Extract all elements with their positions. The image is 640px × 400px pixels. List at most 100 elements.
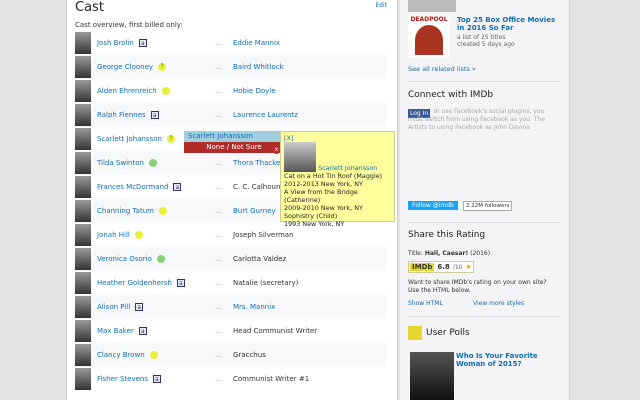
badge-icon[interactable] (148, 159, 157, 167)
tooltip-line: 2012-2013 New York, NY (284, 180, 363, 188)
deadpool-poster[interactable]: DEADPOOL (408, 16, 450, 58)
badge-icon[interactable]: a (138, 39, 147, 47)
character-name: Natalie (secretary) (233, 279, 299, 287)
character-name[interactable]: Eddie Mannix (233, 39, 280, 47)
separator: ... (215, 63, 222, 71)
actor-photo[interactable] (75, 56, 91, 78)
character-name: Gracchus (233, 351, 266, 359)
actor-link[interactable]: Tilda Swinton (97, 159, 144, 167)
actor-photo[interactable] (75, 104, 91, 126)
edit-link[interactable]: Edit (375, 2, 387, 9)
actor-link[interactable]: Jonah Hill (97, 231, 130, 239)
character-name[interactable]: Hobie Doyle (233, 87, 276, 95)
actor-photo (284, 142, 316, 172)
twitter-follow-button[interactable]: Follow @imdb (408, 201, 458, 210)
actor-photo[interactable] (75, 344, 91, 366)
character-name: Communist Writer #1 (233, 375, 310, 383)
character-name[interactable]: Thora Thacker (233, 159, 283, 167)
list-meta: a list of 25 titles (457, 34, 506, 41)
star-icon: ★ (465, 263, 472, 271)
imdb-logo: IMDb (410, 263, 435, 271)
actor-photo[interactable] (75, 152, 91, 174)
connect-text: In use Facebook's social plugins, you mu… (408, 108, 545, 131)
cast-row: Fisher Stevens a ... Communist Writer #1 (75, 367, 387, 391)
actor-photo[interactable] (75, 200, 91, 222)
badge-icon[interactable]: a (152, 375, 161, 383)
separator: ... (215, 351, 222, 359)
separator: ... (215, 279, 222, 287)
actor-link[interactable]: Alison Pill (97, 303, 130, 311)
character-name[interactable]: Baird Whitlock (233, 63, 284, 71)
cast-row: Alden Ehrenreich ... Hobie Doyle (75, 79, 387, 103)
see-all-lists-link[interactable]: See all related lists » (408, 65, 476, 73)
badge-icon[interactable]: a (135, 303, 144, 311)
badge-icon[interactable] (156, 255, 165, 263)
dropdown-option-none[interactable]: None / Not Sure (184, 142, 280, 153)
actor-photo[interactable] (75, 272, 91, 294)
cast-row: Veronica Osorio ... Carlotta Valdez (75, 247, 387, 271)
cast-row: Alison Pill a ... Mrs. Mannix (75, 295, 387, 319)
dropdown-option-actor[interactable]: Scarlett Johansson (184, 131, 280, 142)
actor-photo[interactable] (75, 32, 91, 54)
actor-link[interactable]: Josh Brolin (97, 39, 134, 47)
polls-title: User Polls (426, 328, 470, 338)
actor-link[interactable]: Fisher Stevens (97, 375, 148, 383)
share-text: Want to share IMDb's rating on your own … (408, 279, 547, 294)
actor-link[interactable]: Max Baker (97, 327, 134, 335)
actor-link[interactable]: Veronica Osorio (97, 255, 152, 263)
actor-link[interactable]: Scarlett Johansson (97, 135, 162, 143)
actor-photo[interactable] (75, 296, 91, 318)
character-name[interactable]: Laurence Laurentz (233, 111, 298, 119)
actor-link[interactable]: Channing Tatum (97, 207, 154, 215)
actor-link[interactable]: George Clooney (97, 63, 153, 71)
character-name[interactable]: Burt Gurney (233, 207, 276, 215)
actor-photo[interactable] (75, 128, 91, 150)
cast-row: Clancy Brown ... Gracchus (75, 343, 387, 367)
badge-icon[interactable]: a (150, 111, 159, 119)
list-thumbnail[interactable] (408, 0, 456, 12)
cast-row: George Clooney ? ... Baird Whitlock (75, 55, 387, 79)
poll-question[interactable]: Who Is Your Favorite Woman of 2015? (456, 352, 546, 368)
actor-photo[interactable] (75, 368, 91, 390)
badge-icon[interactable]: a (173, 183, 182, 191)
badge-icon[interactable] (134, 231, 143, 239)
badge-icon[interactable] (149, 351, 158, 359)
cast-row: Josh Brolin a ... Eddie Mannix (75, 31, 387, 55)
cast-title: Cast (75, 0, 104, 15)
tooltip-line: Cat on a Hot Tin Roof (Maggie) (284, 172, 383, 180)
list-title[interactable]: Top 25 Box Office Movies in 2016 So Far (457, 16, 557, 32)
actor-link[interactable]: Clancy Brown (97, 351, 145, 359)
badge-icon[interactable]: a (177, 279, 185, 287)
badge-icon[interactable]: a (138, 327, 147, 335)
badge-icon[interactable]: ? (158, 63, 167, 71)
actor-photo[interactable] (75, 176, 91, 198)
tooltip-close[interactable]: [X] (284, 134, 391, 142)
actor-dropdown[interactable]: Scarlett Johansson None / Not Sure (184, 131, 280, 153)
more-styles-link[interactable]: View more styles (473, 300, 524, 307)
separator: ... (215, 231, 222, 239)
badge-icon[interactable] (161, 87, 170, 95)
actor-link[interactable]: Heather Goldenhersh (97, 279, 172, 287)
show-html-link[interactable]: Show HTML (408, 300, 443, 307)
separator: ... (215, 39, 222, 47)
sidebar: DEADPOOL Top 25 Box Office Movies in 201… (400, 0, 570, 400)
character-name[interactable]: Mrs. Mannix (233, 303, 275, 311)
tooltip-line: 2009-2010 New York, NY (284, 204, 363, 212)
actor-link[interactable]: Frances McDormand (97, 183, 168, 191)
imdb-rating-badge[interactable]: IMDb 6.8/10 ★ (408, 261, 474, 273)
poll-image[interactable] (410, 352, 454, 400)
actor-link[interactable]: Ralph Fiennes (97, 111, 146, 119)
tooltip-name[interactable]: Scarlett Johansson (318, 164, 377, 172)
actor-link[interactable]: Alden Ehrenreich (97, 87, 157, 95)
actor-photo[interactable] (75, 248, 91, 270)
badge-icon[interactable]: ? (166, 135, 175, 143)
actor-photo[interactable] (75, 80, 91, 102)
badge-icon[interactable] (158, 207, 167, 215)
separator: ... (215, 87, 222, 95)
cast-subtitle: Cast overview, first billed only: (75, 21, 183, 29)
separator: ... (215, 375, 222, 383)
actor-photo[interactable] (75, 224, 91, 246)
actor-photo[interactable] (75, 320, 91, 342)
cast-row: Ralph Fiennes a ... Laurence Laurentz (75, 103, 387, 127)
actor-tooltip: [X] Scarlett Johansson Cat on a Hot Tin … (280, 131, 395, 228)
